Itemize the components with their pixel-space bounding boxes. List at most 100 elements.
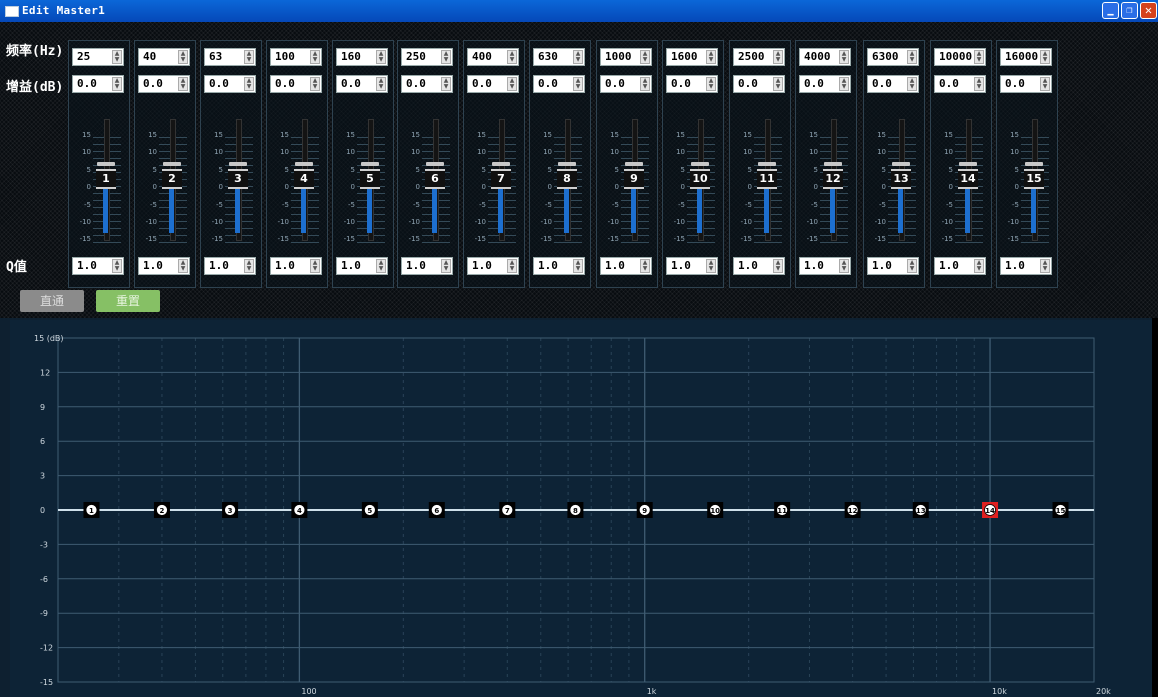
spinner-arrows-icon[interactable]: ▲ ▼ xyxy=(974,77,984,91)
gain-slider-handle[interactable]: 10 xyxy=(690,169,710,189)
q-spinbox-value[interactable]: 1.0 xyxy=(605,259,625,272)
q-spinbox[interactable]: 1.0 ▲ ▼ xyxy=(867,257,919,275)
gain-spinbox[interactable]: 0.0 ▲ ▼ xyxy=(138,75,190,93)
frequency-spinbox[interactable]: 4000 ▲ ▼ xyxy=(799,48,851,66)
q-spinbox[interactable]: 1.0 ▲ ▼ xyxy=(401,257,453,275)
minimize-button[interactable]: ▁ xyxy=(1102,2,1119,19)
gain-slider-handle[interactable]: 2 xyxy=(162,169,182,189)
gain-spinbox-value[interactable]: 0.0 xyxy=(872,77,892,90)
spinner-arrows-icon[interactable]: ▲ ▼ xyxy=(244,259,254,273)
gain-spinbox[interactable]: 0.0 ▲ ▼ xyxy=(666,75,718,93)
band-point[interactable]: 12 xyxy=(844,502,861,518)
band-point[interactable]: 3 xyxy=(222,502,239,518)
spinner-arrows-icon[interactable]: ▲ ▼ xyxy=(573,77,583,91)
frequency-spinbox[interactable]: 1000 ▲ ▼ xyxy=(600,48,652,66)
frequency-spinbox-value[interactable]: 63 xyxy=(209,50,222,63)
frequency-spinbox-value[interactable]: 16000 xyxy=(1005,50,1038,63)
spinner-arrows-icon[interactable]: ▲ ▼ xyxy=(507,50,517,64)
gain-slider-handle[interactable]: 9 xyxy=(624,169,644,189)
frequency-spinbox[interactable]: 6300 ▲ ▼ xyxy=(867,48,919,66)
q-spinbox[interactable]: 1.0 ▲ ▼ xyxy=(533,257,585,275)
gain-slider-handle[interactable]: 3 xyxy=(228,169,248,189)
reset-button[interactable]: 重置 xyxy=(96,290,160,312)
spinner-arrows-icon[interactable]: ▲ ▼ xyxy=(1040,77,1050,91)
q-spinbox[interactable]: 1.0 ▲ ▼ xyxy=(934,257,986,275)
frequency-spinbox[interactable]: 100 ▲ ▼ xyxy=(270,48,322,66)
gain-slider-handle[interactable]: 5 xyxy=(360,169,380,189)
spinner-arrows-icon[interactable]: ▲ ▼ xyxy=(773,259,783,273)
gain-slider-handle[interactable]: 7 xyxy=(491,169,511,189)
q-spinbox-value[interactable]: 1.0 xyxy=(77,259,97,272)
frequency-spinbox[interactable]: 250 ▲ ▼ xyxy=(401,48,453,66)
eq-response-graph[interactable]: 15 (dB) 12 9 6 3 0 -3 -6 -9 -12 -15 100 1k 10k 20k 1 2 3 4… xyxy=(10,320,1158,697)
frequency-spinbox-value[interactable]: 630 xyxy=(538,50,558,63)
q-spinbox[interactable]: 1.0 ▲ ▼ xyxy=(138,257,190,275)
spinner-arrows-icon[interactable]: ▲ ▼ xyxy=(839,50,849,64)
gain-spinbox[interactable]: 0.0 ▲ ▼ xyxy=(270,75,322,93)
spinner-arrows-icon[interactable]: ▲ ▼ xyxy=(441,77,451,91)
gain-slider-handle[interactable]: 12 xyxy=(823,169,843,189)
q-spinbox[interactable]: 1.0 ▲ ▼ xyxy=(336,257,388,275)
spinner-arrows-icon[interactable]: ▲ ▼ xyxy=(907,77,917,91)
bypass-button[interactable]: 直通 xyxy=(20,290,84,312)
band-point[interactable]: 14 xyxy=(982,502,999,518)
band-point[interactable]: 1 xyxy=(83,502,100,518)
gain-spinbox-value[interactable]: 0.0 xyxy=(738,77,758,90)
gain-slider-handle[interactable]: 8 xyxy=(557,169,577,189)
band-point[interactable]: 6 xyxy=(428,502,445,518)
maximize-button[interactable]: ❐ xyxy=(1121,2,1138,19)
q-spinbox-value[interactable]: 1.0 xyxy=(472,259,492,272)
gain-spinbox[interactable]: 0.0 ▲ ▼ xyxy=(867,75,919,93)
frequency-spinbox[interactable]: 10000 ▲ ▼ xyxy=(934,48,986,66)
eq-graph-svg[interactable]: 15 (dB)129630-3-6-9-12-15100 1k 10k 20k1 2 3 4… xyxy=(10,320,1158,697)
q-spinbox-value[interactable]: 1.0 xyxy=(143,259,163,272)
spinner-arrows-icon[interactable]: ▲ ▼ xyxy=(640,77,650,91)
spinner-arrows-icon[interactable]: ▲ ▼ xyxy=(907,259,917,273)
gain-spinbox-value[interactable]: 0.0 xyxy=(143,77,163,90)
band-point[interactable]: 15 xyxy=(1052,502,1069,518)
band-point[interactable]: 10 xyxy=(707,502,724,518)
frequency-spinbox-value[interactable]: 4000 xyxy=(804,50,831,63)
frequency-spinbox-value[interactable]: 1000 xyxy=(605,50,632,63)
band-point[interactable]: 2 xyxy=(153,502,170,518)
band-point[interactable]: 13 xyxy=(912,502,929,518)
spinner-arrows-icon[interactable]: ▲ ▼ xyxy=(441,259,451,273)
gain-spinbox-value[interactable]: 0.0 xyxy=(209,77,229,90)
band-point[interactable]: 7 xyxy=(499,502,516,518)
q-spinbox[interactable]: 1.0 ▲ ▼ xyxy=(1000,257,1052,275)
gain-spinbox[interactable]: 0.0 ▲ ▼ xyxy=(733,75,785,93)
spinner-arrows-icon[interactable]: ▲ ▼ xyxy=(376,77,386,91)
q-spinbox-value[interactable]: 1.0 xyxy=(671,259,691,272)
spinner-arrows-icon[interactable]: ▲ ▼ xyxy=(441,50,451,64)
frequency-spinbox[interactable]: 400 ▲ ▼ xyxy=(467,48,519,66)
band-point[interactable]: 11 xyxy=(774,502,791,518)
gain-spinbox-value[interactable]: 0.0 xyxy=(939,77,959,90)
spinner-arrows-icon[interactable]: ▲ ▼ xyxy=(706,50,716,64)
frequency-spinbox[interactable]: 25 ▲ ▼ xyxy=(72,48,124,66)
spinner-arrows-icon[interactable]: ▲ ▼ xyxy=(1040,259,1050,273)
gain-spinbox[interactable]: 0.0 ▲ ▼ xyxy=(533,75,585,93)
spinner-arrows-icon[interactable]: ▲ ▼ xyxy=(573,259,583,273)
gain-spinbox-value[interactable]: 0.0 xyxy=(472,77,492,90)
spinner-arrows-icon[interactable]: ▲ ▼ xyxy=(1040,50,1050,64)
spinner-arrows-icon[interactable]: ▲ ▼ xyxy=(112,50,122,64)
frequency-spinbox[interactable]: 630 ▲ ▼ xyxy=(533,48,585,66)
band-point[interactable]: 9 xyxy=(636,502,653,518)
spinner-arrows-icon[interactable]: ▲ ▼ xyxy=(507,77,517,91)
gain-spinbox[interactable]: 0.0 ▲ ▼ xyxy=(336,75,388,93)
gain-spinbox[interactable]: 0.0 ▲ ▼ xyxy=(600,75,652,93)
q-spinbox-value[interactable]: 1.0 xyxy=(939,259,959,272)
frequency-spinbox[interactable]: 63 ▲ ▼ xyxy=(204,48,256,66)
spinner-arrows-icon[interactable]: ▲ ▼ xyxy=(974,259,984,273)
gain-slider-handle[interactable]: 11 xyxy=(757,169,777,189)
spinner-arrows-icon[interactable]: ▲ ▼ xyxy=(310,77,320,91)
frequency-spinbox-value[interactable]: 1600 xyxy=(671,50,698,63)
q-spinbox-value[interactable]: 1.0 xyxy=(1005,259,1025,272)
band-point[interactable]: 8 xyxy=(567,502,584,518)
q-spinbox[interactable]: 1.0 ▲ ▼ xyxy=(204,257,256,275)
spinner-arrows-icon[interactable]: ▲ ▼ xyxy=(773,50,783,64)
gain-spinbox[interactable]: 0.0 ▲ ▼ xyxy=(72,75,124,93)
spinner-arrows-icon[interactable]: ▲ ▼ xyxy=(112,77,122,91)
spinner-arrows-icon[interactable]: ▲ ▼ xyxy=(640,50,650,64)
gain-spinbox[interactable]: 0.0 ▲ ▼ xyxy=(934,75,986,93)
